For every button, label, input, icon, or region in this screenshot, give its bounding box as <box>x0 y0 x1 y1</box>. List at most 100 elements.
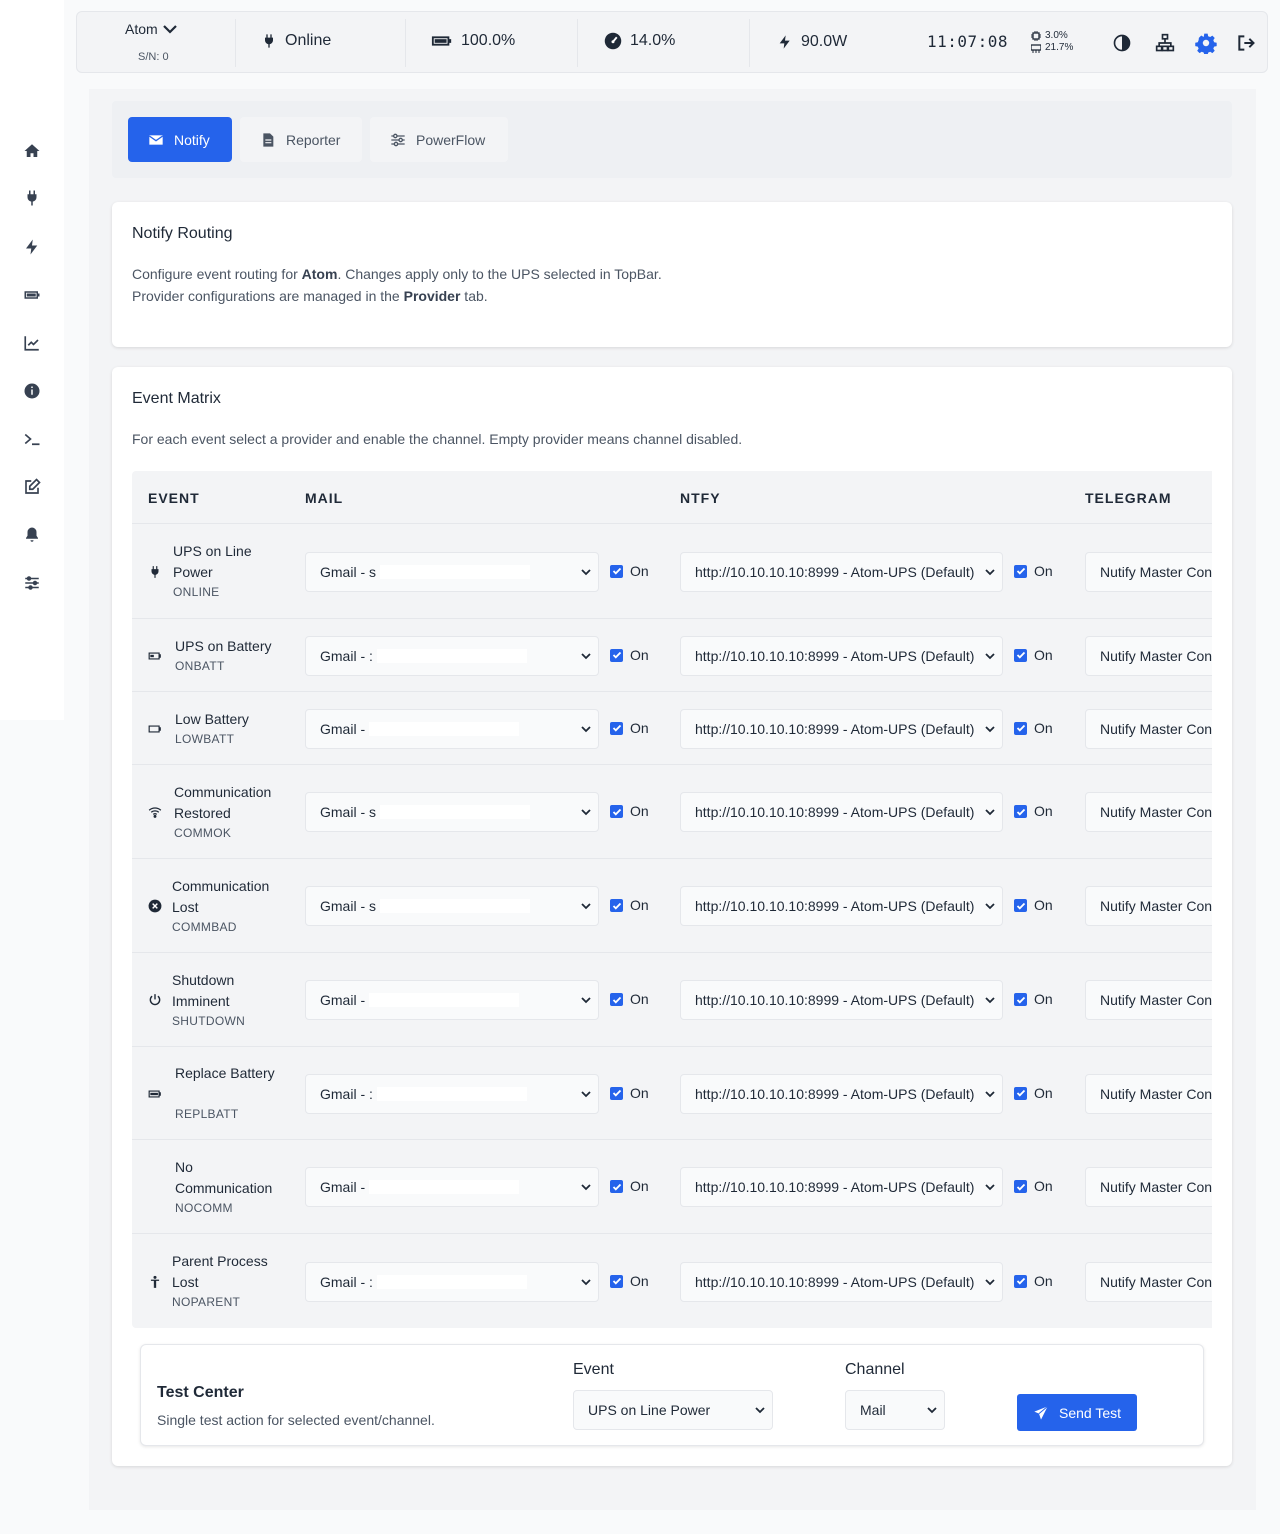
theme-toggle-icon[interactable] <box>1111 32 1133 54</box>
send-test-button[interactable]: Send Test <box>1017 1394 1137 1431</box>
mail-provider-select[interactable]: Gmail - s <box>305 792 599 832</box>
ntfy-provider-value: http://10.10.10.10:8999 - Atom-UPS (Defa… <box>695 804 975 820</box>
table-row: Communication Lost COMMBAD Gmail - s On http… <box>132 858 1212 952</box>
telegram-provider-select[interactable]: Nutify Master Con <box>1085 980 1212 1020</box>
mail-provider-select[interactable]: Gmail - : <box>305 1261 599 1302</box>
sidebar <box>0 0 64 720</box>
battery-full-icon <box>148 1087 162 1101</box>
mail-provider-select[interactable]: Gmail - <box>305 980 599 1020</box>
ntfy-provider-value: http://10.10.10.10:8999 - Atom-UPS (Defa… <box>695 563 975 580</box>
plug-icon <box>265 34 273 48</box>
logout-icon[interactable] <box>1235 32 1257 54</box>
ntfy-provider-select[interactable]: http://10.10.10.10:8999 - Atom-UPS (Defa… <box>680 551 1003 592</box>
ntfy-provider-select[interactable]: http://10.10.10.10:8999 - Atom-UPS (Defa… <box>680 635 1003 676</box>
mail-enabled-checkbox[interactable] <box>610 805 623 818</box>
telegram-provider-select[interactable]: Nutify Master Con <box>1085 1167 1212 1207</box>
telegram-provider-select[interactable]: Nutify Master Con <box>1085 886 1212 926</box>
mail-enabled-checkbox[interactable] <box>610 1274 623 1288</box>
tab-reporter[interactable]: Reporter <box>240 117 362 162</box>
mail-on-label: On <box>630 897 649 913</box>
telegram-provider-value: Nutify Master Con <box>1100 720 1212 737</box>
table-row: Replace Battery REPLBATT Gmail - : On http:/… <box>132 1046 1212 1139</box>
bell-icon[interactable] <box>20 523 44 547</box>
mail-provider-select[interactable]: Gmail - s <box>305 551 599 592</box>
channel-select[interactable]: Mail <box>845 1390 945 1430</box>
mail-provider-select[interactable]: Gmail - <box>305 1167 599 1207</box>
telegram-provider-select[interactable]: Nutify Master Con <box>1085 635 1212 676</box>
ntfy-provider-select[interactable]: http://10.10.10.10:8999 - Atom-UPS (Defa… <box>680 1261 1003 1302</box>
ups-name-bold: Atom <box>301 266 338 282</box>
event-name: Communication Restored <box>174 784 272 821</box>
divider <box>405 19 406 67</box>
chevron-down-icon <box>581 652 591 659</box>
telegram-provider-value: Nutify Master Con <box>1100 1179 1212 1195</box>
ntfy-enabled-checkbox[interactable] <box>1014 899 1027 912</box>
ntfy-enabled-checkbox[interactable] <box>1014 564 1027 578</box>
mail-enabled-checkbox[interactable] <box>610 564 623 578</box>
ntfy-provider-select[interactable]: http://10.10.10.10:8999 - Atom-UPS (Defa… <box>680 708 1003 749</box>
mail-on-label: On <box>630 803 649 819</box>
mail-on-label: On <box>630 991 649 1007</box>
mail-provider-select[interactable]: Gmail - <box>305 708 599 749</box>
child-icon <box>148 1275 162 1289</box>
ntfy-provider-select[interactable]: http://10.10.10.10:8999 - Atom-UPS (Defa… <box>680 1167 1003 1207</box>
info-icon[interactable] <box>20 379 44 403</box>
terminal-icon[interactable] <box>20 427 44 451</box>
sliders-icon[interactable] <box>20 571 44 595</box>
event-name: Shutdown Imminent <box>172 972 235 1009</box>
ntfy-enabled-checkbox[interactable] <box>1014 721 1027 735</box>
ntfy-provider-select[interactable]: http://10.10.10.10:8999 - Atom-UPS (Defa… <box>680 1073 1003 1114</box>
event-matrix-card: Event Matrix For each event select a pro… <box>112 367 1232 1466</box>
ntfy-enabled-checkbox[interactable] <box>1014 805 1027 818</box>
ntfy-enabled-checkbox[interactable] <box>1014 1086 1027 1100</box>
tab-notify[interactable]: Notify <box>128 117 232 162</box>
bolt-icon[interactable] <box>20 235 44 259</box>
telegram-provider-value: Nutify Master Con <box>1100 898 1212 914</box>
telegram-provider-value: Nutify Master Con <box>1100 992 1212 1008</box>
ntfy-enabled-checkbox[interactable] <box>1014 1274 1027 1288</box>
event-code: ONBATT <box>175 659 225 673</box>
tab-label: PowerFlow <box>416 131 486 148</box>
tab-powerflow[interactable]: PowerFlow <box>370 117 508 162</box>
event-select[interactable]: UPS on Line Power <box>573 1390 773 1430</box>
plug-icon[interactable] <box>20 186 44 210</box>
mail-provider-select[interactable]: Gmail - : <box>305 635 599 676</box>
network-icon[interactable] <box>1154 32 1176 54</box>
mail-enabled-checkbox[interactable] <box>610 1180 623 1193</box>
redacted-mask <box>376 1086 527 1101</box>
ntfy-enabled-checkbox[interactable] <box>1014 993 1027 1006</box>
mail-provider-select[interactable]: Gmail - : <box>305 1073 599 1114</box>
telegram-provider-select[interactable]: Nutify Master Con <box>1085 708 1212 749</box>
battery-icon[interactable] <box>20 283 44 307</box>
edit-icon[interactable] <box>20 475 44 499</box>
text: . Changes apply only to the UPS selected… <box>337 266 662 282</box>
mail-enabled-checkbox[interactable] <box>610 1086 623 1100</box>
event-code: NOCOMM <box>175 1201 233 1215</box>
telegram-provider-select[interactable]: Nutify Master Con <box>1085 792 1212 832</box>
mail-enabled-checkbox[interactable] <box>610 721 623 735</box>
telegram-provider-select[interactable]: Nutify Master Con <box>1085 1073 1212 1114</box>
mail-provider-select[interactable]: Gmail - s <box>305 886 599 926</box>
ntfy-provider-select[interactable]: http://10.10.10.10:8999 - Atom-UPS (Defa… <box>680 792 1003 832</box>
ntfy-provider-select[interactable]: http://10.10.10.10:8999 - Atom-UPS (Defa… <box>680 980 1003 1020</box>
chevron-down-icon <box>985 903 995 910</box>
ntfy-provider-value: http://10.10.10.10:8999 - Atom-UPS (Defa… <box>695 1273 975 1290</box>
mail-enabled-checkbox[interactable] <box>610 899 623 912</box>
cpu-value: 3.0% <box>1045 30 1068 41</box>
telegram-provider-select[interactable]: Nutify Master Con <box>1085 551 1212 592</box>
telegram-provider-value: Nutify Master Con <box>1100 647 1212 664</box>
ups-selector[interactable]: Atom <box>125 21 178 37</box>
gear-icon[interactable] <box>1195 32 1217 54</box>
ntfy-provider-select[interactable]: http://10.10.10.10:8999 - Atom-UPS (Defa… <box>680 886 1003 926</box>
mail-enabled-checkbox[interactable] <box>610 993 623 1006</box>
ntfy-enabled-checkbox[interactable] <box>1014 648 1027 662</box>
chart-line-icon[interactable] <box>20 331 44 355</box>
chevron-down-icon <box>985 568 995 575</box>
mail-provider-value: Gmail - <box>320 992 366 1008</box>
mail-enabled-checkbox[interactable] <box>610 648 623 662</box>
telegram-provider-select[interactable]: Nutify Master Con <box>1085 1261 1212 1302</box>
home-icon[interactable] <box>20 139 44 163</box>
chevron-down-icon <box>581 568 591 575</box>
ntfy-enabled-checkbox[interactable] <box>1014 1180 1027 1193</box>
divider <box>235 19 236 67</box>
